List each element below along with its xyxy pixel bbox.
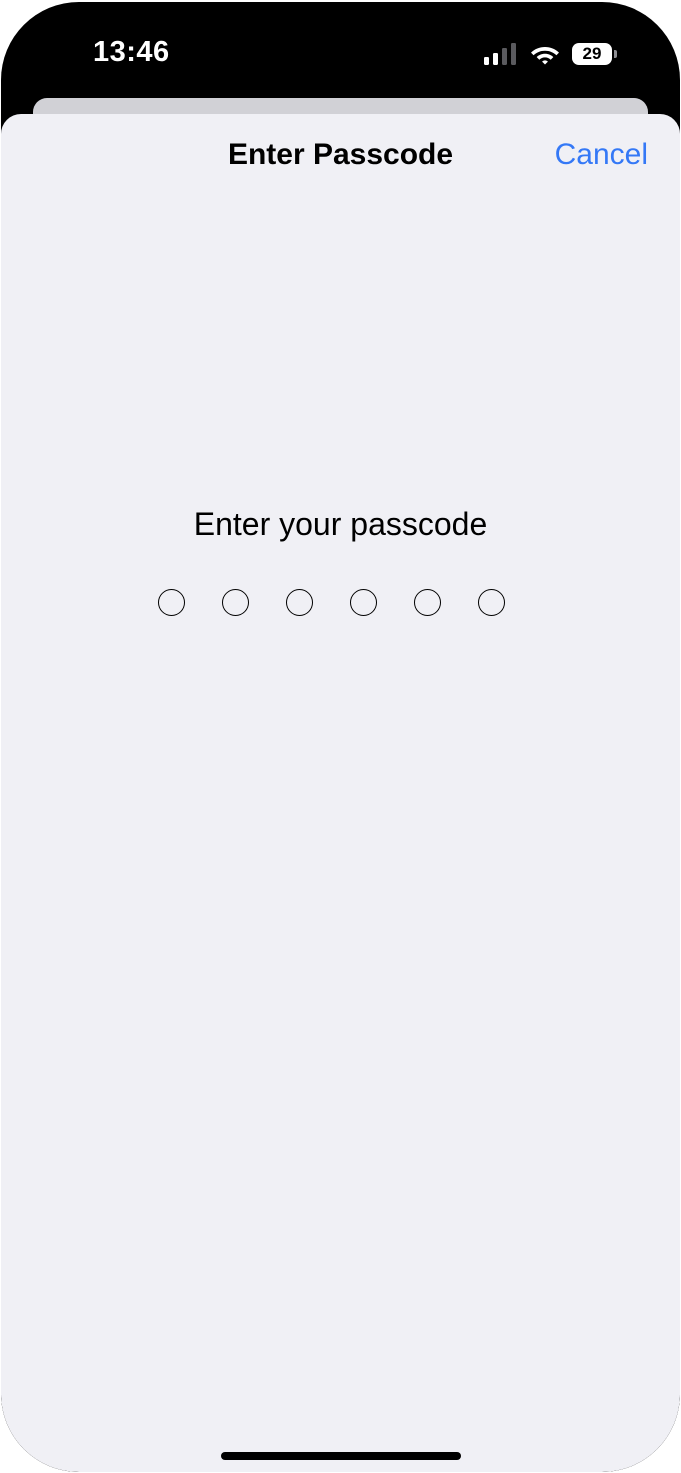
passcode-dot — [158, 589, 185, 616]
battery-body: 29 — [572, 43, 612, 65]
home-indicator[interactable] — [221, 1452, 461, 1460]
status-time: 13:46 — [93, 36, 170, 68]
status-icons: 29 — [484, 40, 618, 68]
passcode-dot — [222, 589, 249, 616]
cancel-button[interactable]: Cancel — [555, 138, 648, 172]
passcode-dot — [350, 589, 377, 616]
signal-icon — [484, 43, 516, 65]
battery-icon: 29 — [572, 42, 618, 66]
status-bar: 13:46 29 — [1, 2, 680, 102]
battery-tip — [614, 50, 617, 58]
device-frame: 13:46 29 Enter Passcode Cancel Enter you… — [1, 2, 680, 1472]
passcode-sheet: Enter Passcode Cancel Enter your passcod… — [1, 114, 680, 1472]
passcode-prompt: Enter your passcode — [193, 506, 488, 542]
passcode-dot — [286, 589, 313, 616]
battery-level: 29 — [582, 44, 602, 63]
passcode-dot — [478, 589, 505, 616]
passcode-dots[interactable] — [158, 589, 505, 616]
wifi-icon — [531, 47, 559, 65]
phone-screen: 13:46 29 Enter Passcode Cancel Enter you… — [0, 0, 681, 1473]
passcode-dot — [414, 589, 441, 616]
